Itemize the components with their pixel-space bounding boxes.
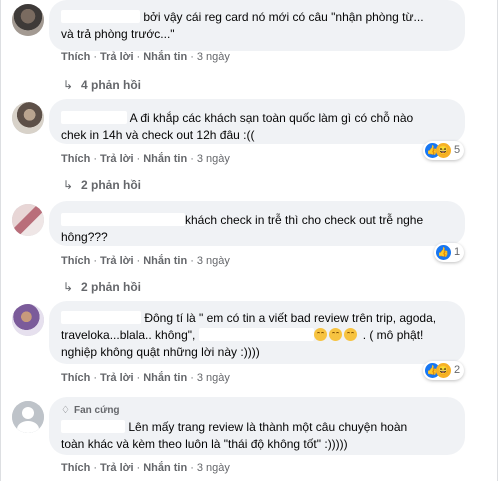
comment-bubble: A đi khắp các khách sạn toàn quốc làm gì… bbox=[49, 99, 465, 144]
redacted-name bbox=[61, 311, 141, 324]
like-button[interactable]: Thích bbox=[61, 51, 90, 63]
reply-arrow-icon: ↳ bbox=[63, 78, 74, 92]
comment-bubble: bởi vậy cái reg card nó mới có câu "nhận… bbox=[49, 0, 465, 51]
reply-button[interactable]: Trả lời bbox=[100, 372, 134, 384]
comment-text-line: traveloka...blala.. không", bbox=[61, 328, 196, 342]
comment-bubble: khách check in trễ thì cho check out trễ… bbox=[49, 201, 465, 246]
commenter-avatar[interactable] bbox=[12, 401, 44, 433]
comment-actions: Thích · Trả lời · Nhắn tin · 3 ngày bbox=[61, 51, 230, 63]
reply-button[interactable]: Trả lời bbox=[100, 255, 134, 267]
comment-actions: Thích · Trả lời · Nhắn tin · 3 ngày bbox=[61, 372, 230, 384]
commenter-avatar[interactable] bbox=[12, 4, 44, 36]
haha-reaction-icon: 😆 bbox=[436, 143, 451, 158]
relieved-emoji-icon bbox=[344, 328, 358, 341]
comment-text-line: khách check in trễ thì cho check out trễ… bbox=[185, 213, 424, 227]
redacted-mention bbox=[199, 328, 315, 341]
comment-text-line: A đi khắp các khách sạn toàn quốc làm gì… bbox=[129, 111, 414, 125]
redacted-name bbox=[61, 10, 140, 23]
comment-text-line: toàn khác và kèm theo luôn là "thái độ k… bbox=[61, 437, 348, 451]
comment-text-line: nghiệp không quật những lời này :)))) bbox=[61, 345, 260, 359]
like-button[interactable]: Thích bbox=[61, 255, 90, 267]
reactions-summary[interactable]: 👍😆 2 bbox=[423, 361, 465, 380]
reactions-summary[interactable]: 👍😆 5 bbox=[423, 141, 465, 160]
comment-text-line: hông??? bbox=[61, 230, 108, 244]
view-replies-link[interactable]: ↳ 4 phản hồi bbox=[63, 78, 141, 92]
comment-text-line: và trả phòng trước..." bbox=[61, 27, 175, 41]
comment-bubble: ♢ Fan cứng Lên mấy trang review là thành … bbox=[49, 397, 465, 455]
comment-thread: bởi vậy cái reg card nó mới có câu "nhận… bbox=[0, 0, 498, 481]
commenter-avatar[interactable] bbox=[12, 304, 44, 336]
reply-button[interactable]: Trả lời bbox=[100, 51, 134, 63]
comment-actions: Thích · Trả lời · Nhắn tin · 3 ngày bbox=[61, 462, 230, 474]
like-button[interactable]: Thích bbox=[61, 372, 90, 384]
relieved-emoji-icon bbox=[314, 328, 328, 341]
comment-text-line: Lên mấy trang review là thành một câu ch… bbox=[128, 420, 408, 434]
diamond-icon: ♢ bbox=[61, 405, 70, 416]
reply-arrow-icon: ↳ bbox=[63, 178, 74, 192]
comment-time[interactable]: 3 ngày bbox=[197, 51, 230, 63]
comment-bubble: Đông tí là " em có tin a viết bad review… bbox=[49, 301, 465, 364]
redacted-name bbox=[61, 213, 185, 226]
comment-actions: Thích · Trả lời · Nhắn tin · 3 ngày bbox=[61, 153, 230, 165]
message-button[interactable]: Nhắn tin bbox=[143, 462, 187, 474]
view-replies-link[interactable]: ↳ 2 phản hồi bbox=[63, 280, 141, 294]
reply-button[interactable]: Trả lời bbox=[100, 153, 134, 165]
like-reaction-icon: 👍 bbox=[436, 245, 451, 260]
comment-actions: Thích · Trả lời · Nhắn tin · 3 ngày bbox=[61, 255, 230, 267]
comment-time[interactable]: 3 ngày bbox=[197, 462, 230, 474]
like-button[interactable]: Thích bbox=[61, 153, 90, 165]
reactions-summary[interactable]: 👍 1 bbox=[434, 243, 465, 262]
view-replies-link[interactable]: ↳ 2 phản hồi bbox=[63, 178, 141, 192]
reply-arrow-icon: ↳ bbox=[63, 280, 74, 294]
default-avatar-icon bbox=[12, 401, 44, 433]
message-button[interactable]: Nhắn tin bbox=[143, 255, 187, 267]
comment-time[interactable]: 3 ngày bbox=[197, 153, 230, 165]
commenter-avatar[interactable] bbox=[12, 102, 44, 134]
commenter-avatar[interactable] bbox=[12, 204, 44, 236]
comment-time[interactable]: 3 ngày bbox=[197, 372, 230, 384]
relieved-emoji-icon bbox=[329, 328, 343, 341]
comment-text-line: Đông tí là " em có tin a viết bad review… bbox=[144, 311, 437, 325]
message-button[interactable]: Nhắn tin bbox=[143, 51, 187, 63]
comment-time[interactable]: 3 ngày bbox=[197, 255, 230, 267]
comment-text-line: chek in 14h và check out 12h đâu :(( bbox=[61, 128, 255, 142]
redacted-name bbox=[61, 111, 127, 124]
haha-reaction-icon: 😆 bbox=[436, 363, 451, 378]
message-button[interactable]: Nhắn tin bbox=[143, 153, 187, 165]
comment-text-line: bởi vậy cái reg card nó mới có câu "nhận… bbox=[143, 10, 424, 24]
comment-text-line: . ( mô phật! bbox=[362, 328, 424, 342]
message-button[interactable]: Nhắn tin bbox=[143, 372, 187, 384]
reply-button[interactable]: Trả lời bbox=[100, 462, 134, 474]
like-button[interactable]: Thích bbox=[61, 462, 90, 474]
fan-badge[interactable]: ♢ Fan cứng bbox=[61, 402, 453, 419]
redacted-name bbox=[61, 420, 125, 433]
